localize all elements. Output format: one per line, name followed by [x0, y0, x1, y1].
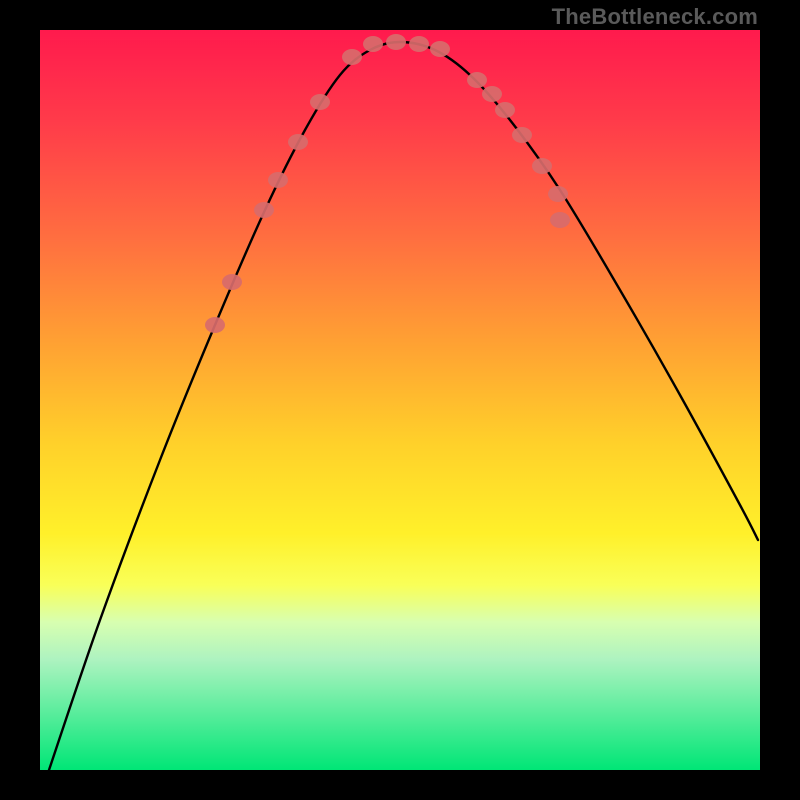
scatter-markers: [205, 34, 570, 333]
plot-area: [40, 30, 760, 770]
chart-svg: [40, 30, 760, 770]
marker-dot: [482, 86, 502, 102]
marker-dot: [205, 317, 225, 333]
marker-dot: [512, 127, 532, 143]
marker-dot: [254, 202, 274, 218]
marker-dot: [288, 134, 308, 150]
chart-frame: TheBottleneck.com: [0, 0, 800, 800]
bottleneck-curve: [49, 42, 758, 770]
marker-dot: [268, 172, 288, 188]
watermark-text: TheBottleneck.com: [552, 4, 758, 30]
marker-dot: [430, 41, 450, 57]
marker-dot: [467, 72, 487, 88]
marker-dot: [310, 94, 330, 110]
marker-dot: [363, 36, 383, 52]
marker-dot: [386, 34, 406, 50]
marker-dot: [409, 36, 429, 52]
marker-dot: [222, 274, 242, 290]
marker-dot: [550, 212, 570, 228]
marker-dot: [342, 49, 362, 65]
marker-dot: [548, 186, 568, 202]
marker-dot: [532, 158, 552, 174]
marker-dot: [495, 102, 515, 118]
